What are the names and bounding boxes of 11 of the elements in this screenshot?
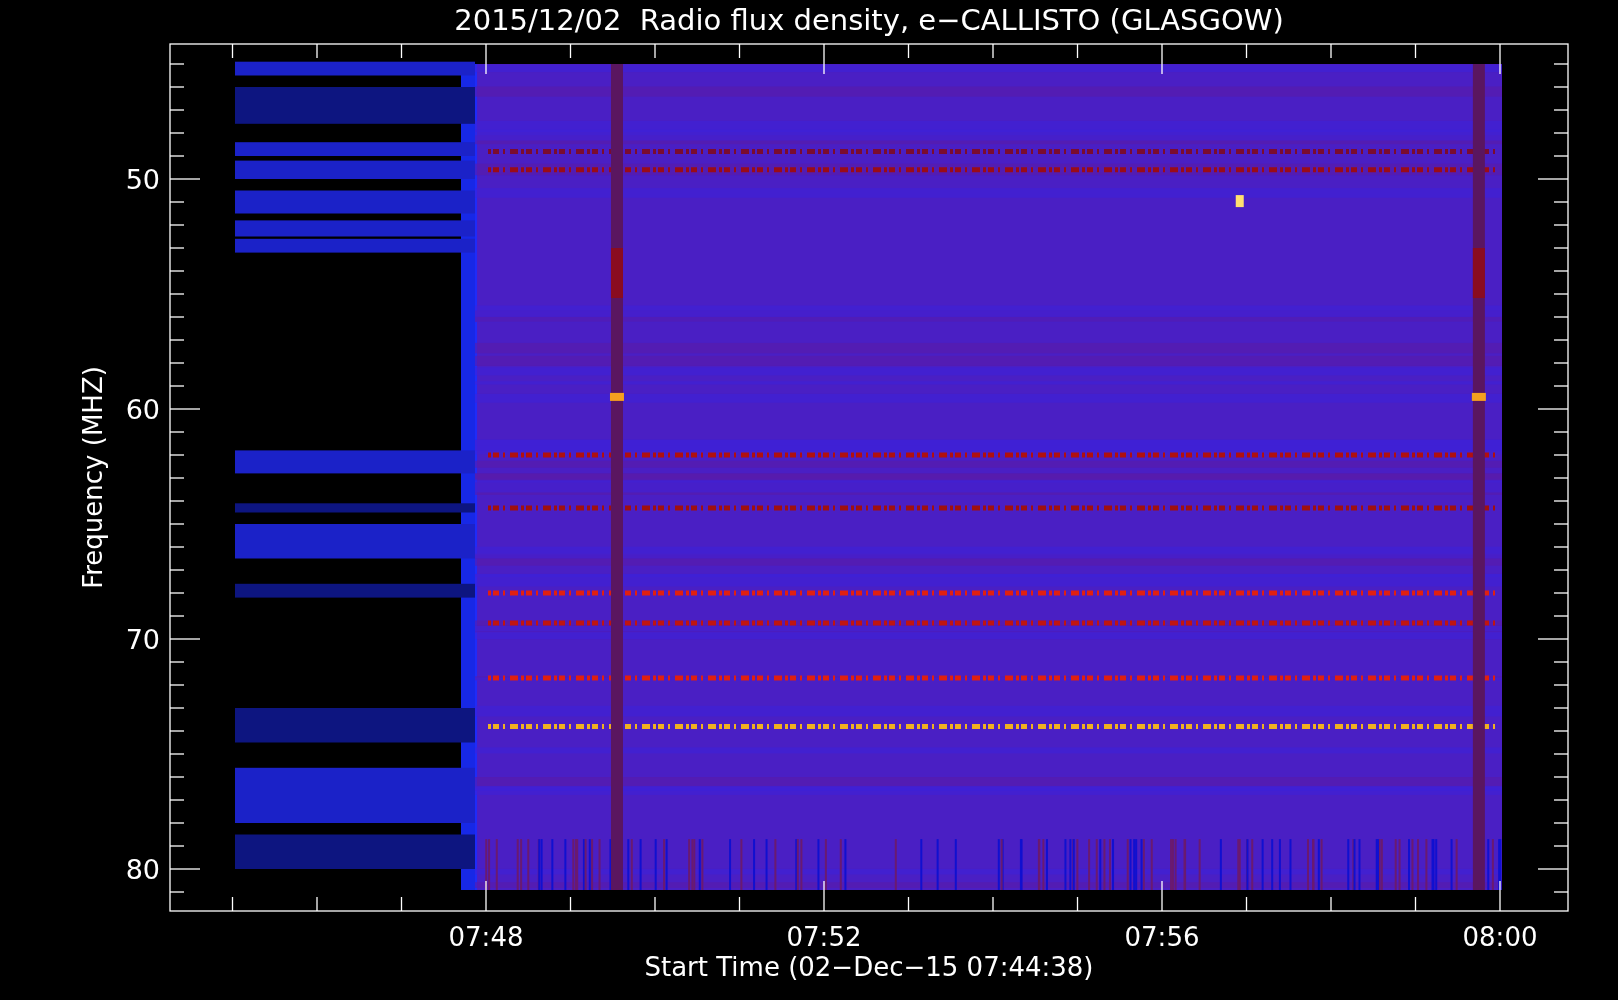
y-axis-title: Frequency (MHZ) <box>78 366 108 589</box>
x-tick-label: 07:48 <box>448 922 524 952</box>
y-tick-label: 80 <box>125 854 160 885</box>
x-tick-label: 08:00 <box>1462 922 1538 952</box>
x-tick-label: 07:52 <box>786 922 862 952</box>
y-tick-label: 60 <box>125 394 160 425</box>
x-tick-label: 07:56 <box>1124 922 1200 952</box>
chart-title: 2015/12/02 Radio flux density, e−CALLISTO (GLASGOW) <box>454 3 1284 37</box>
x-axis-title: Start Time (02−Dec−15 07:44:38) <box>644 952 1094 982</box>
y-tick-label: 50 <box>125 164 160 195</box>
y-tick-label: 70 <box>125 624 160 655</box>
